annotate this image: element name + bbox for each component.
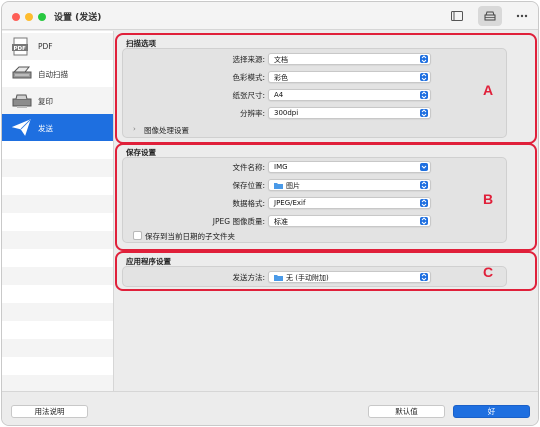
device-icon (451, 11, 463, 21)
copier-icon (12, 94, 32, 108)
sidebar-item-copy[interactable]: 复印 (2, 87, 113, 114)
sidebar-item-label: 发送 (38, 124, 53, 133)
sidebar-empty-row (2, 267, 113, 285)
sidebar-item-auto-scan[interactable]: 自动扫描 (2, 60, 113, 87)
sidebar-empty-row (2, 195, 113, 213)
sidebar-empty-row (2, 303, 113, 321)
device-settings-button[interactable] (445, 6, 469, 26)
svg-text:PDF: PDF (14, 46, 27, 52)
pdf-icon: PDF (12, 37, 28, 56)
defaults-button[interactable]: 默认值 (368, 405, 445, 418)
minimize-window-button[interactable] (25, 13, 33, 21)
annotation-box-b (115, 143, 537, 251)
sidebar-item-pdf[interactable]: PDF PDF (2, 33, 113, 60)
scan-settings-button[interactable] (478, 6, 502, 26)
more-menu-button[interactable] (510, 6, 534, 26)
sidebar-empty-row (2, 231, 113, 249)
settings-content: 扫描选项 选择来源: 文档 色彩模式: 彩色 纸张尺寸: A4 分辨率: 300… (115, 31, 538, 391)
annotation-box-a (115, 33, 537, 144)
settings-window: 设置 (发送) PDF PDF 自动扫描 复印 发送 扫描选项 选择来源: 文档… (1, 1, 539, 426)
help-button[interactable]: 用法说明 (11, 405, 88, 418)
sidebar-item-send[interactable]: 发送 (2, 114, 113, 141)
sidebar-empty-row (2, 339, 113, 357)
ok-button[interactable]: 好 (453, 405, 530, 418)
annotation-label-b: B (483, 191, 494, 207)
scanner-icon (484, 11, 496, 21)
scanner-icon (12, 66, 32, 79)
zoom-window-button[interactable] (38, 13, 46, 21)
close-window-button[interactable] (12, 13, 20, 21)
paper-plane-icon (11, 119, 31, 136)
window-title: 设置 (发送) (54, 13, 102, 23)
sidebar-item-label: PDF (38, 42, 53, 51)
sidebar-item-label: 自动扫描 (38, 70, 68, 79)
title-bar: 设置 (发送) (2, 2, 538, 30)
annotation-box-c (115, 251, 537, 291)
sidebar: PDF PDF 自动扫描 复印 发送 (2, 31, 114, 393)
bottom-bar: 用法说明 默认值 好 (2, 391, 538, 425)
sidebar-item-label: 复印 (38, 97, 53, 106)
annotation-label-c: C (483, 264, 494, 280)
more-icon (516, 14, 528, 18)
sidebar-empty-row (2, 159, 113, 177)
annotation-label-a: A (483, 82, 494, 98)
